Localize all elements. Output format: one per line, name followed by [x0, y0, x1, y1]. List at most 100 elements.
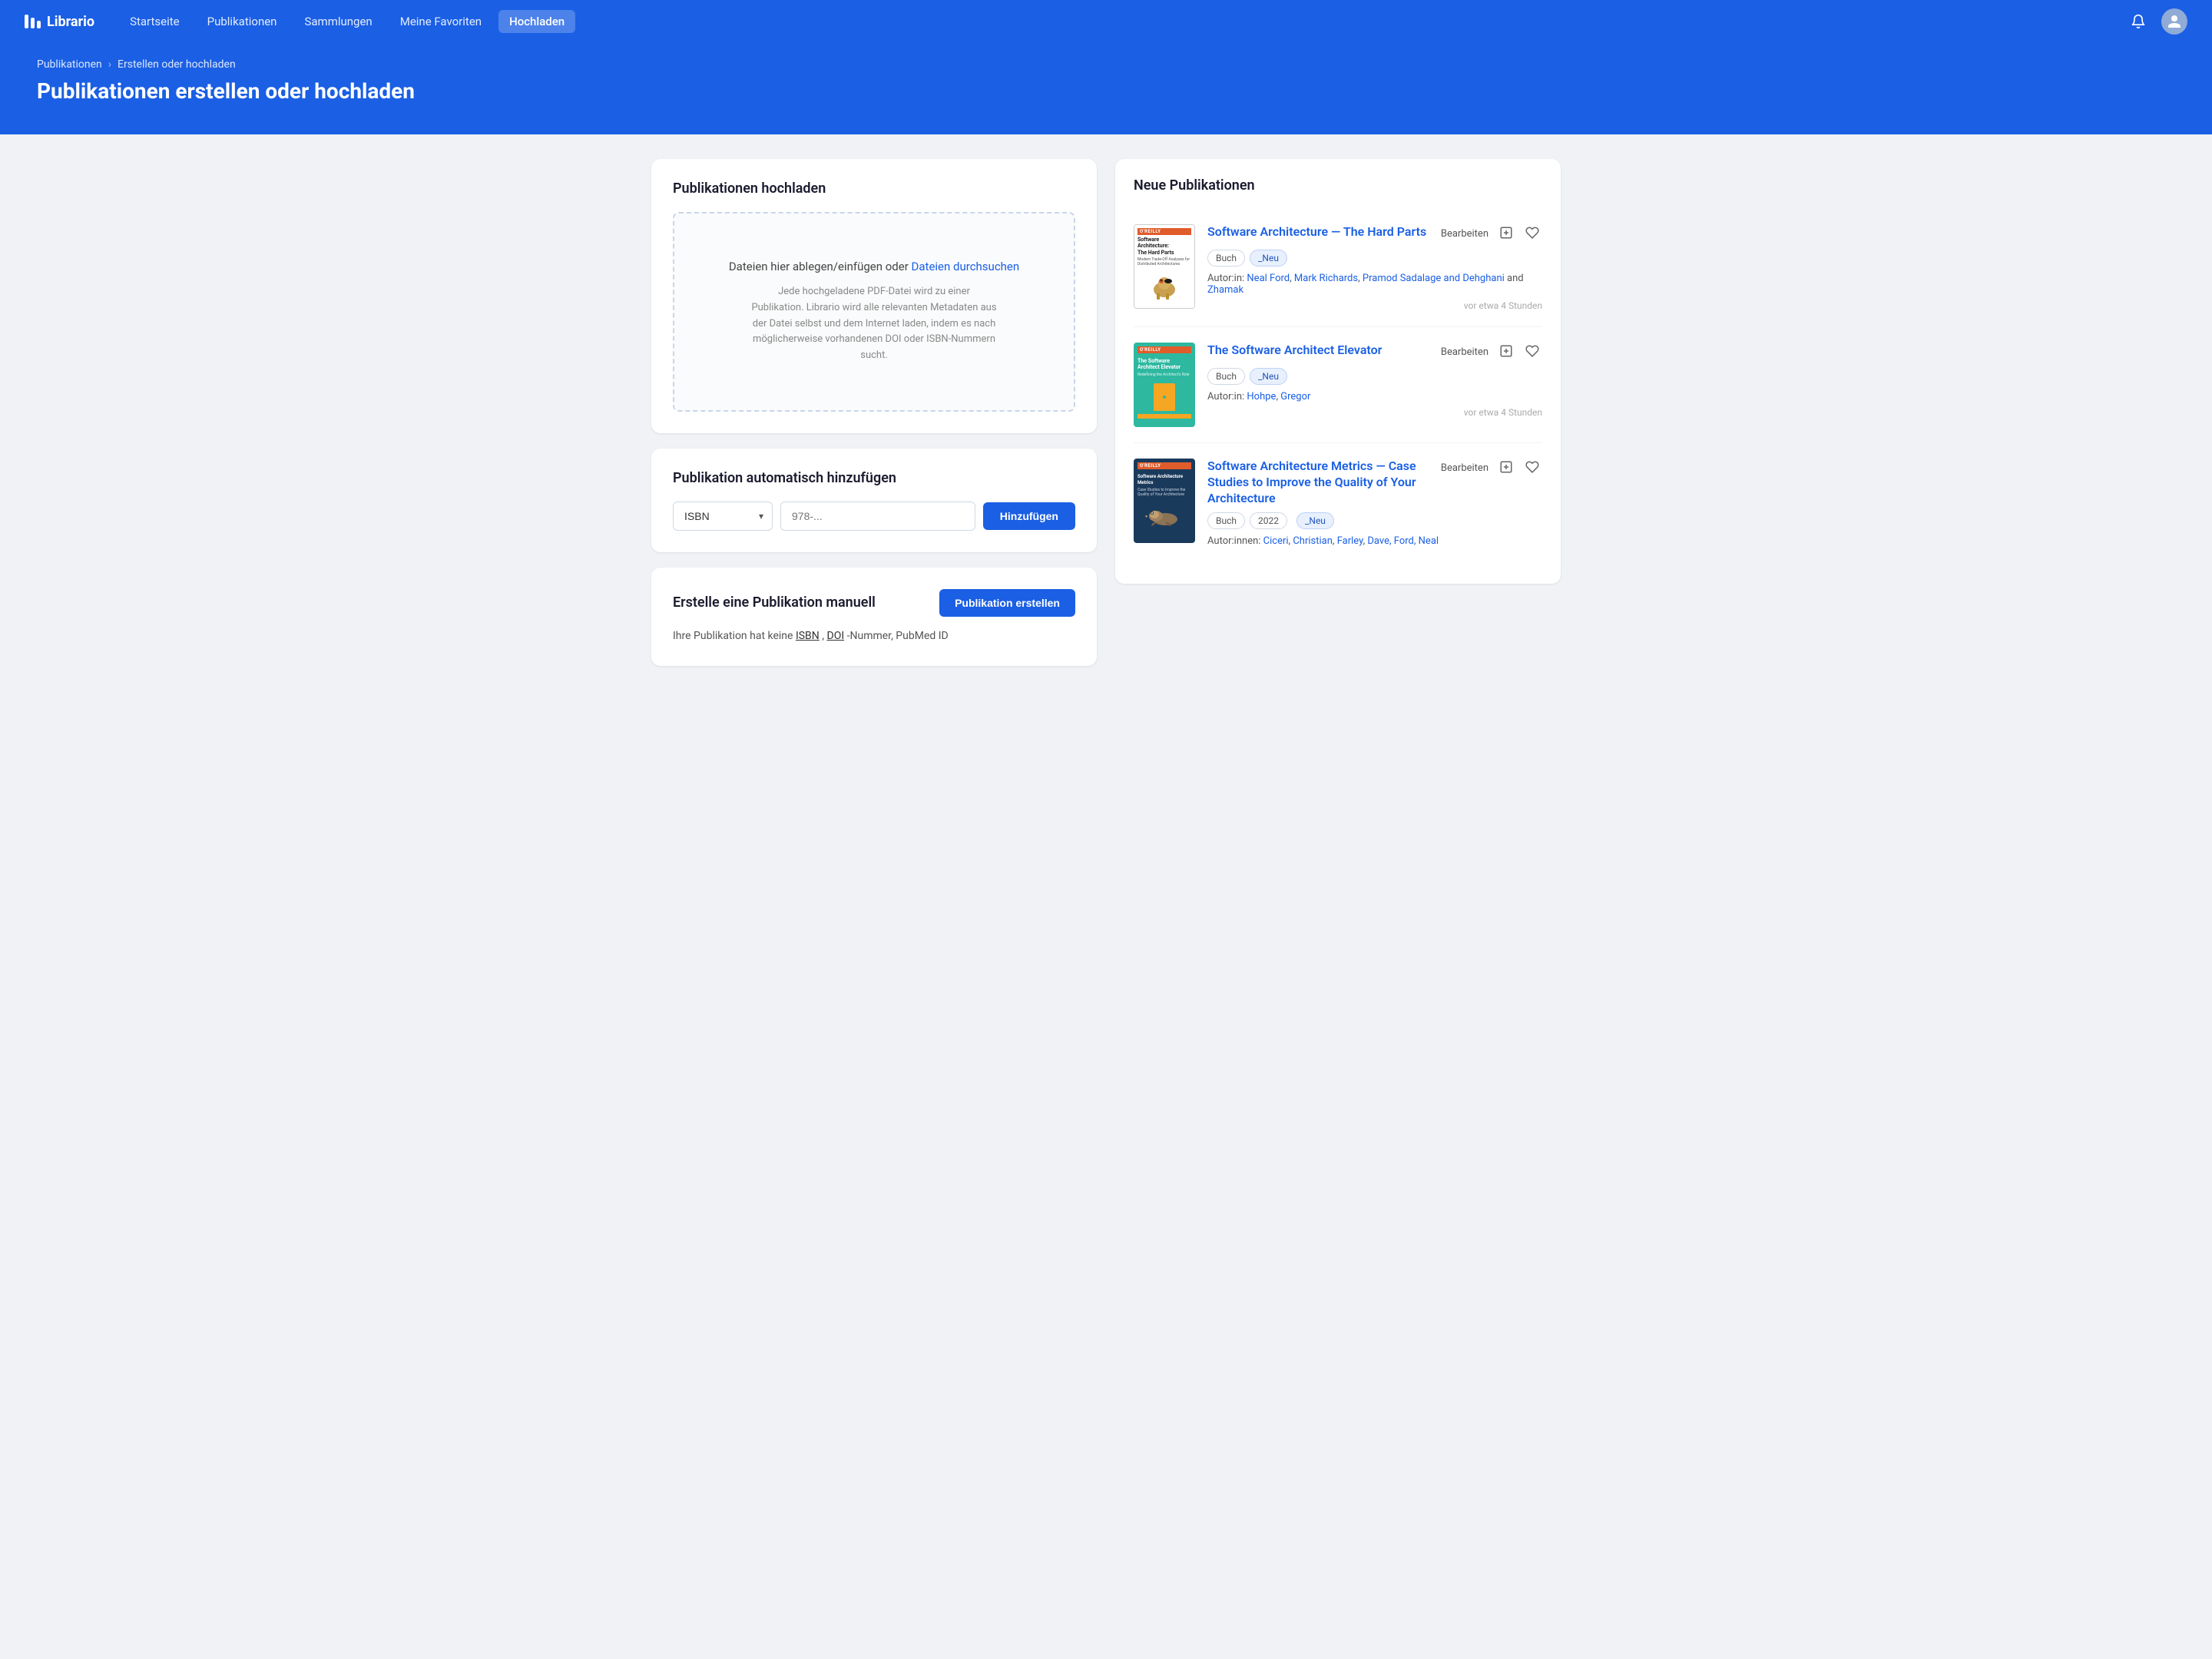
pub-info-1: Software Architecture — The Hard Parts B…	[1207, 224, 1542, 311]
heart-icon	[1525, 460, 1539, 474]
auto-add-title: Publikation automatisch hinzufügen	[673, 470, 1075, 486]
cover-title: Software Architecture:The Hard Parts	[1137, 237, 1191, 256]
cover-subtitle: Case Studies to Improve the Quality of Y…	[1137, 488, 1191, 497]
author-link[interactable]: Pramod Sadalage and Dehghani	[1363, 273, 1505, 284]
add-to-collection-button-2[interactable]	[1496, 343, 1516, 362]
pub-title-2[interactable]: The Software Architect Elevator	[1207, 343, 1382, 359]
auto-add-card: Publikation automatisch hinzufügen ISBN …	[651, 449, 1097, 552]
door-illustration	[1154, 383, 1175, 411]
isbn-link[interactable]: ISBN	[796, 630, 820, 642]
author-link[interactable]: Farley	[1337, 535, 1363, 547]
right-column: Neue Publikationen O'REILLY Software Arc…	[1115, 159, 1561, 666]
publications-card-title: Neue Publikationen	[1134, 177, 1542, 194]
author-link[interactable]: Ciceri	[1263, 535, 1289, 547]
main-content: Publikationen hochladen Dateien hier abl…	[614, 134, 1598, 690]
add-button[interactable]: Hinzufügen	[983, 502, 1075, 530]
breadcrumb-parent[interactable]: Publikationen	[37, 58, 102, 71]
pub-time-1: vor etwa 4 Stunden	[1207, 300, 1542, 311]
pub-tag-buch: Buch	[1207, 512, 1245, 529]
pub-cover-2: O'REILLY The Software Architect Elevator…	[1134, 343, 1195, 427]
edit-button-1[interactable]: Bearbeiten	[1439, 227, 1490, 241]
navbar-links: Startseite Publikationen Sammlungen Mein…	[119, 10, 2100, 33]
author-link[interactable]: Dave, Ford, Neal	[1367, 535, 1439, 547]
pub-actions-1: Bearbeiten	[1439, 224, 1542, 243]
add-to-collection-button-1[interactable]	[1496, 224, 1516, 243]
isbn-input[interactable]	[780, 502, 975, 531]
navbar-right	[2124, 8, 2187, 35]
avatar[interactable]	[2161, 8, 2187, 35]
edit-button-3[interactable]: Bearbeiten	[1439, 461, 1490, 475]
pub-info-3: Software Architecture Metrics — Case Stu…	[1207, 459, 1542, 550]
cover-title: Software Architecture Metrics	[1137, 474, 1191, 486]
favorite-button-1[interactable]	[1522, 224, 1542, 243]
pub-authors-2: Autor:in: Hohpe, Gregor	[1207, 391, 1542, 402]
pub-info-2: The Software Architect Elevator Bearbeit…	[1207, 343, 1542, 427]
pub-item: O'REILLY The Software Architect Elevator…	[1134, 327, 1542, 443]
pub-info-top: Software Architecture Metrics — Case Stu…	[1207, 459, 1542, 506]
upload-browse-link[interactable]: Dateien durchsuchen	[912, 260, 1020, 273]
bird-illustration	[1145, 268, 1184, 300]
author-link[interactable]: Zhamak	[1207, 284, 1243, 296]
navbar: Librario Startseite Publikationen Sammlu…	[0, 0, 2212, 43]
pub-title-1[interactable]: Software Architecture — The Hard Parts	[1207, 224, 1426, 240]
favorite-button-2[interactable]	[1522, 343, 1542, 362]
pub-authors-3: Autor:innen: Ciceri, Christian, Farley, …	[1207, 535, 1542, 547]
upload-card-title: Publikationen hochladen	[673, 180, 1075, 197]
nav-publikationen[interactable]: Publikationen	[197, 10, 288, 33]
manual-card-desc: Ihre Publikation hat keine ISBN , DOI -N…	[673, 628, 1075, 644]
nav-startseite[interactable]: Startseite	[119, 10, 190, 33]
cover-subtitle: Modern Trade-Off Analyses for Distribute…	[1137, 257, 1191, 267]
heart-icon	[1525, 344, 1539, 358]
pub-tag-year: 2022	[1250, 512, 1287, 529]
pub-tags-2: Buch _Neu	[1207, 368, 1542, 385]
author-link[interactable]: Hohpe	[1247, 391, 1276, 402]
pub-tag-new: _Neu	[1250, 250, 1287, 267]
oreilly-badge: O'REILLY	[1137, 346, 1191, 353]
isbn-select[interactable]: ISBN DOI PubMed ID	[673, 502, 773, 531]
breadcrumb-separator: ›	[108, 58, 111, 71]
notification-button[interactable]	[2124, 8, 2152, 35]
nav-sammlungen[interactable]: Sammlungen	[293, 10, 382, 33]
pub-title-3[interactable]: Software Architecture Metrics — Case Stu…	[1207, 459, 1433, 506]
pub-tag-buch: Buch	[1207, 368, 1245, 385]
doi-link[interactable]: DOI	[827, 630, 845, 642]
cover-subtitle: Redefining the Architect's Role	[1137, 373, 1191, 377]
author-link[interactable]: Gregor	[1280, 391, 1310, 402]
logo[interactable]: Librario	[25, 14, 94, 30]
pub-info-top: The Software Architect Elevator Bearbeit…	[1207, 343, 1542, 362]
add-to-collection-button-3[interactable]	[1496, 459, 1516, 478]
nav-favoriten[interactable]: Meine Favoriten	[389, 10, 492, 33]
cover-title: The Software Architect Elevator	[1137, 358, 1191, 371]
author-link[interactable]: Mark Richards	[1294, 273, 1358, 284]
user-icon	[2167, 14, 2182, 29]
pub-actions-2: Bearbeiten	[1439, 343, 1542, 362]
cover-stripe	[1137, 414, 1191, 419]
manual-card-header: Erstelle eine Publikation manuell Publik…	[673, 589, 1075, 617]
manual-card-title: Erstelle eine Publikation manuell	[673, 594, 876, 611]
pub-authors-1: Autor:in: Neal Ford, Mark Richards, Pram…	[1207, 273, 1542, 296]
upload-dropzone[interactable]: Dateien hier ablegen/einfügen oder Datei…	[673, 212, 1075, 412]
nav-hochladen[interactable]: Hochladen	[498, 10, 575, 33]
pub-cover-3: O'REILLY Software Architecture Metrics C…	[1134, 459, 1195, 543]
author-link[interactable]: Neal Ford	[1247, 273, 1290, 284]
animal-illustration	[1144, 499, 1186, 528]
add-collection-icon	[1499, 344, 1513, 358]
pub-tag-new: _Neu	[1250, 368, 1287, 385]
author-link[interactable]: Christian	[1293, 535, 1333, 547]
breadcrumb: Publikationen › Erstellen oder hochladen	[37, 58, 2175, 71]
pub-tag-new: _Neu	[1296, 512, 1334, 529]
pub-item: O'REILLY Software Architecture:The Hard …	[1134, 209, 1542, 327]
pub-tags-3: Buch 2022 _Neu	[1207, 512, 1542, 529]
favorite-button-3[interactable]	[1522, 459, 1542, 478]
pub-tag-buch: Buch	[1207, 250, 1245, 267]
edit-button-2[interactable]: Bearbeiten	[1439, 345, 1490, 359]
isbn-select-wrapper: ISBN DOI PubMed ID ▾	[673, 502, 773, 531]
pub-actions-3: Bearbeiten	[1439, 459, 1542, 478]
logo-icon	[25, 15, 41, 28]
create-publication-button[interactable]: Publikation erstellen	[939, 589, 1075, 617]
breadcrumb-current: Erstellen oder hochladen	[118, 58, 236, 71]
left-column: Publikationen hochladen Dateien hier abl…	[651, 159, 1097, 666]
manual-card: Erstelle eine Publikation manuell Publik…	[651, 568, 1097, 666]
pub-item: O'REILLY Software Architecture Metrics C…	[1134, 443, 1542, 565]
oreilly-badge: O'REILLY	[1137, 462, 1191, 469]
